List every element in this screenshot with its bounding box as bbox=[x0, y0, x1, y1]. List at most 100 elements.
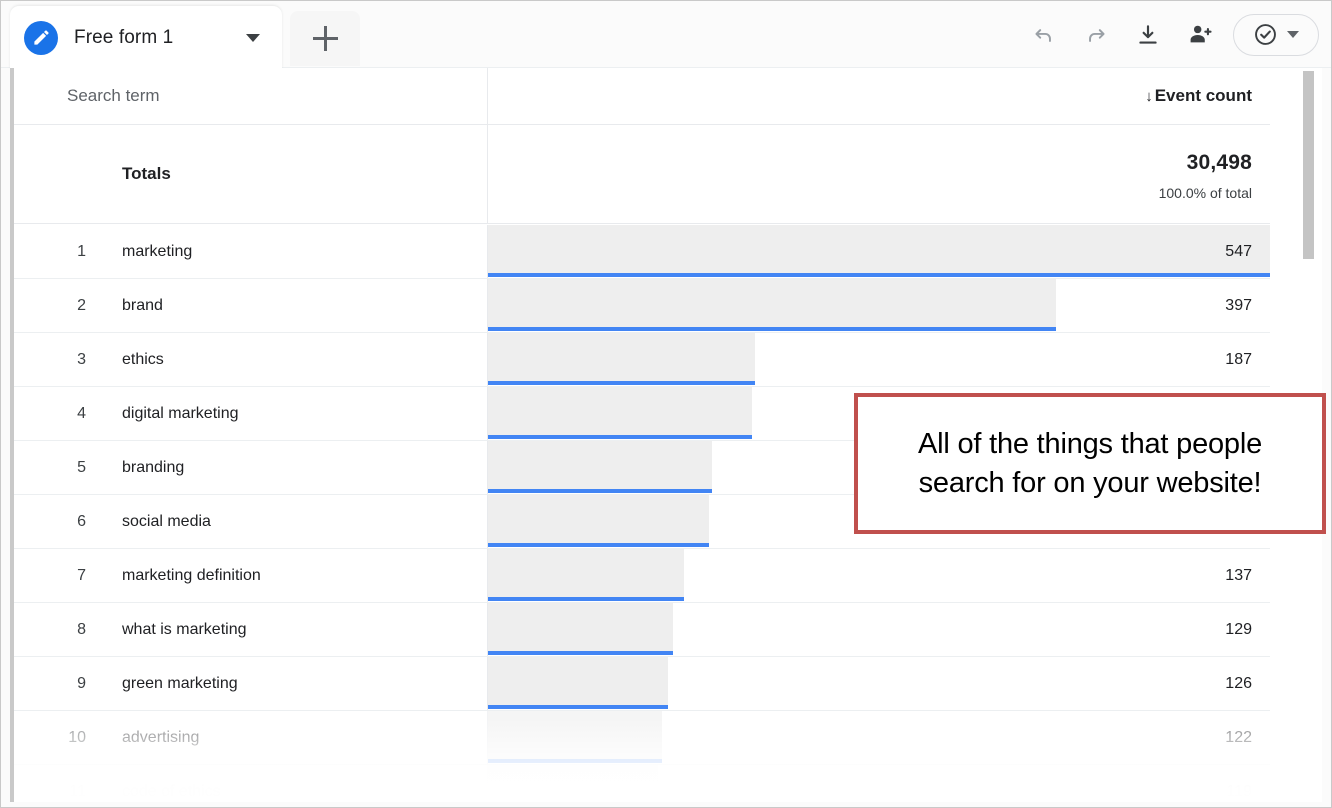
row-cell-dimension: 6 social media bbox=[14, 495, 488, 548]
row-bar-indicator bbox=[488, 705, 668, 709]
row-bar-indicator bbox=[488, 327, 1056, 331]
row-search-term[interactable]: marketing definition bbox=[122, 567, 261, 585]
row-metric-value: 137 bbox=[1225, 567, 1252, 585]
row-metric-value: 187 bbox=[1225, 351, 1252, 369]
annotation-callout: All of the things that people search for… bbox=[854, 393, 1326, 534]
redo-button[interactable] bbox=[1073, 12, 1119, 58]
metric-header-text: Event count bbox=[1155, 86, 1252, 106]
plus-icon bbox=[313, 26, 338, 51]
row-cell-metric: 397 bbox=[488, 279, 1270, 332]
row-cell-metric: 122 bbox=[488, 711, 1270, 764]
row-cell-metric: 547 bbox=[488, 225, 1270, 278]
row-metric-value: 397 bbox=[1225, 297, 1252, 315]
row-search-term[interactable]: digital marketing bbox=[122, 405, 239, 423]
row-index: 4 bbox=[52, 405, 86, 423]
status-pill[interactable] bbox=[1233, 14, 1319, 56]
chevron-down-icon[interactable] bbox=[246, 34, 260, 42]
row-bar-track bbox=[488, 603, 673, 652]
row-bar-track bbox=[488, 387, 752, 436]
header-cell-dimension[interactable]: Search term bbox=[14, 68, 488, 124]
table-row[interactable]: 3ethics 187 bbox=[14, 333, 1270, 387]
row-bar-track bbox=[488, 765, 658, 802]
chevron-down-icon bbox=[1287, 31, 1299, 38]
row-search-term[interactable]: ethics bbox=[122, 351, 164, 369]
row-bar-track bbox=[488, 657, 668, 706]
row-cell-dimension: 3ethics bbox=[14, 333, 488, 386]
table-row[interactable]: 10 advertising 122 bbox=[14, 711, 1270, 765]
header-cell-metric[interactable]: ↓Event count bbox=[488, 68, 1270, 124]
row-bar-indicator bbox=[488, 651, 673, 655]
tab-title: Free form 1 bbox=[74, 27, 173, 49]
row-bar-indicator bbox=[488, 543, 709, 547]
row-index: 11 bbox=[52, 783, 86, 801]
row-search-term[interactable]: what is marketing bbox=[122, 621, 247, 639]
totals-subtext: 100.0% of total bbox=[1159, 185, 1252, 201]
totals-cell-metric: 30,498 100.0% of total bbox=[488, 125, 1270, 223]
row-search-term[interactable]: brand bbox=[122, 297, 163, 315]
row-bar-track bbox=[488, 711, 662, 760]
table-totals-row: Totals 30,498 100.0% of total bbox=[14, 125, 1270, 224]
row-bar-track bbox=[488, 333, 755, 382]
row-metric-value: 547 bbox=[1225, 243, 1252, 261]
dimension-header-label: Search term bbox=[67, 86, 160, 106]
row-cell-dimension: 1 marketing bbox=[14, 225, 488, 278]
undo-button[interactable] bbox=[1021, 12, 1067, 58]
row-bar bbox=[488, 279, 1270, 332]
row-cell-dimension: 7 marketing definition bbox=[14, 549, 488, 602]
row-bar bbox=[488, 657, 1270, 710]
row-bar-track bbox=[488, 441, 712, 490]
row-index: 6 bbox=[52, 513, 86, 531]
row-bar-track bbox=[488, 549, 684, 598]
row-index: 1 bbox=[52, 243, 86, 261]
row-cell-metric: 119 bbox=[488, 765, 1270, 802]
row-search-term[interactable]: marketing bbox=[122, 243, 192, 261]
pencil-icon bbox=[24, 21, 58, 55]
row-bar-indicator bbox=[488, 759, 662, 763]
table-row[interactable]: 11 code of ethics 119 bbox=[14, 765, 1270, 802]
row-bar-track bbox=[488, 495, 709, 544]
row-cell-metric: 137 bbox=[488, 549, 1270, 602]
download-button[interactable] bbox=[1125, 12, 1171, 58]
row-bar bbox=[488, 549, 1270, 602]
row-bar-indicator bbox=[488, 435, 752, 439]
row-search-term[interactable]: social media bbox=[122, 513, 211, 531]
row-bar-indicator bbox=[488, 489, 712, 493]
redo-icon bbox=[1083, 22, 1109, 48]
table-row[interactable]: 2 brand 397 bbox=[14, 279, 1270, 333]
row-metric-value: 119 bbox=[1226, 783, 1252, 801]
row-search-term[interactable]: branding bbox=[122, 459, 184, 477]
add-tab-button[interactable] bbox=[290, 11, 360, 66]
table-row[interactable]: 9 green marketing 126 bbox=[14, 657, 1270, 711]
table-row[interactable]: 1 marketing 547 bbox=[14, 225, 1270, 279]
row-bar-indicator bbox=[488, 597, 684, 601]
row-metric-value: 122 bbox=[1225, 729, 1252, 747]
totals-value: 30,498 bbox=[1187, 151, 1252, 175]
row-index: 2 bbox=[52, 297, 86, 315]
row-bar-indicator bbox=[488, 273, 1270, 277]
sort-descending-icon: ↓ bbox=[1145, 88, 1153, 105]
row-cell-dimension: 4 digital marketing bbox=[14, 387, 488, 440]
row-cell-dimension: 5branding bbox=[14, 441, 488, 494]
row-index: 10 bbox=[52, 729, 86, 747]
totals-label: Totals bbox=[122, 164, 171, 184]
row-search-term[interactable]: code of ethics bbox=[122, 783, 221, 801]
totals-cell-dimension: Totals bbox=[14, 125, 488, 223]
report-tab-free-form-1[interactable]: Free form 1 bbox=[10, 6, 282, 69]
share-button[interactable] bbox=[1177, 12, 1223, 58]
undo-icon bbox=[1031, 22, 1057, 48]
row-index: 9 bbox=[52, 675, 86, 693]
row-index: 7 bbox=[52, 567, 86, 585]
table-row[interactable]: 8what is marketing 129 bbox=[14, 603, 1270, 657]
table-row[interactable]: 7 marketing definition 137 bbox=[14, 549, 1270, 603]
row-search-term[interactable]: advertising bbox=[122, 729, 199, 747]
tab-bar: Free form 1 bbox=[1, 1, 1331, 68]
row-bar bbox=[488, 333, 1270, 386]
row-search-term[interactable]: green marketing bbox=[122, 675, 238, 693]
row-cell-metric: 126 bbox=[488, 657, 1270, 710]
row-cell-dimension: 8what is marketing bbox=[14, 603, 488, 656]
row-cell-metric: 187 bbox=[488, 333, 1270, 386]
row-cell-dimension: 10 advertising bbox=[14, 711, 488, 764]
vertical-scrollbar-thumb[interactable] bbox=[1303, 71, 1314, 259]
check-circle-icon bbox=[1252, 21, 1279, 48]
row-metric-value: 129 bbox=[1225, 621, 1252, 639]
